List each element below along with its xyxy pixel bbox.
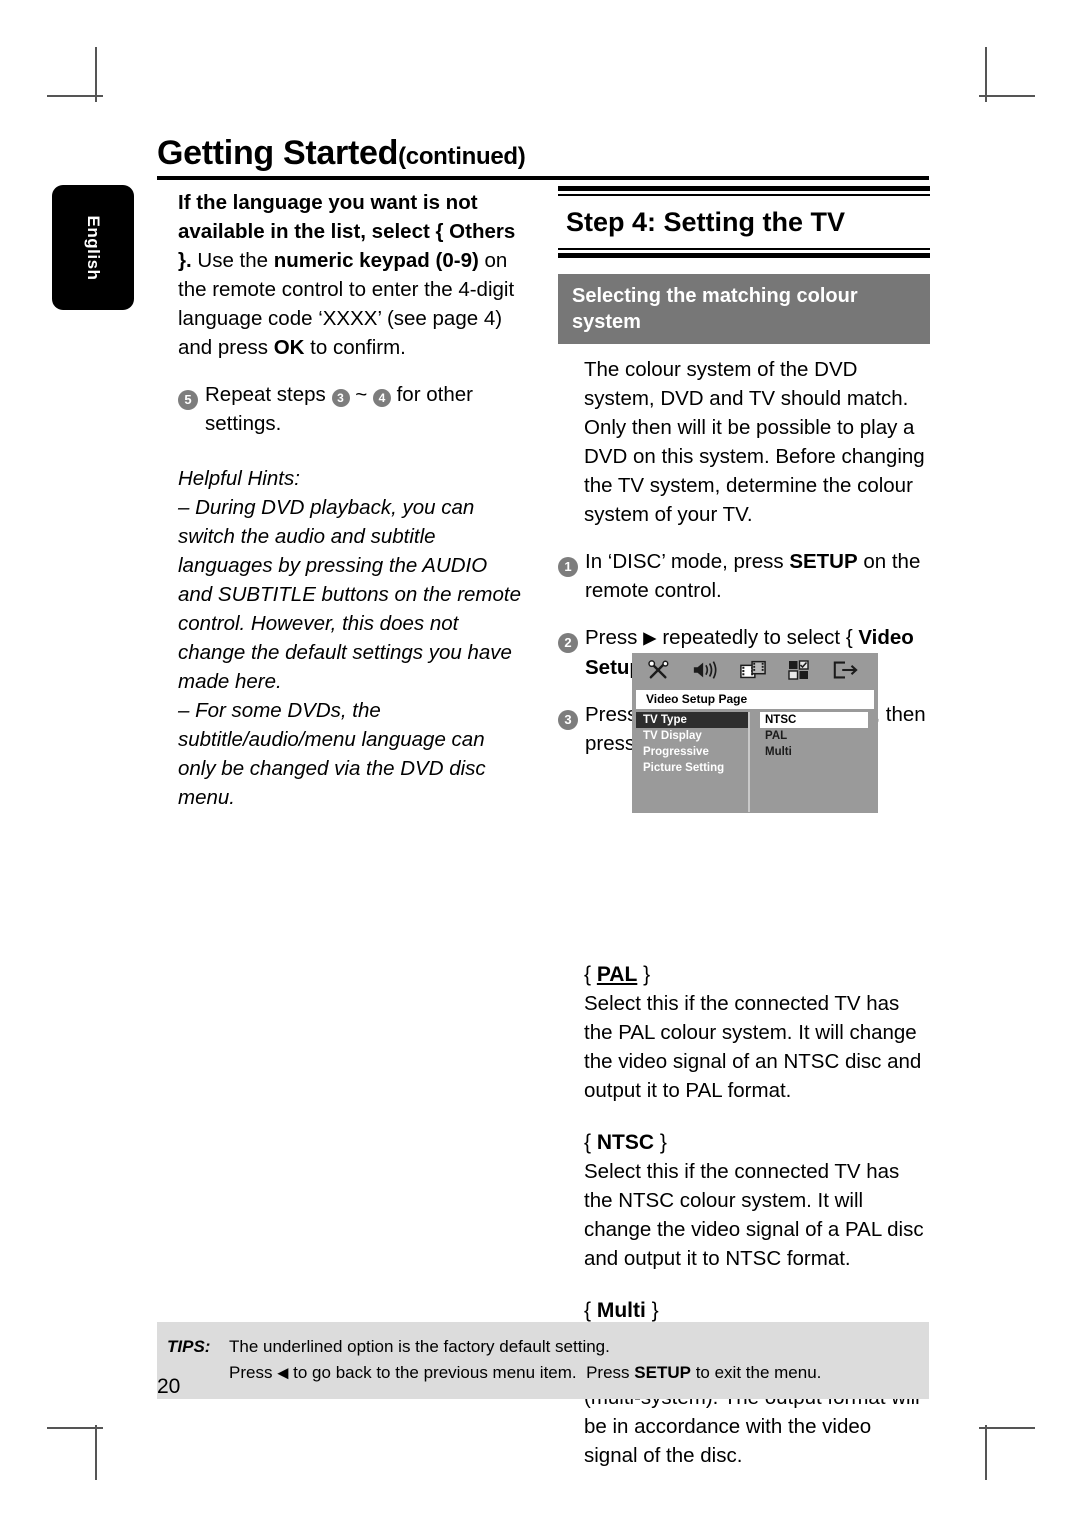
left-column: If the language you want is not availabl… xyxy=(178,188,526,812)
film-strip-icon[interactable] xyxy=(740,660,766,683)
option-label-pal: { PAL } xyxy=(584,962,651,986)
helpful-hints-heading: Helpful Hints: xyxy=(178,467,300,490)
crop-mark-bottom-left-vertical xyxy=(95,1425,97,1480)
checkered-squares-icon[interactable] xyxy=(788,660,810,683)
step-1-text: In ‘DISC’ mode, press SETUP on the remot… xyxy=(585,550,921,602)
option-body-ntsc: Select this if the connected TV has the … xyxy=(584,1159,924,1270)
crop-mark-bottom-right-horizontal xyxy=(979,1427,1035,1429)
exit-arrow-icon[interactable] xyxy=(832,660,858,683)
step4-rule-bottom xyxy=(558,248,930,258)
step4-title: Step 4: Setting the TV xyxy=(566,207,846,237)
step-5-ref-b: 4 xyxy=(372,389,391,407)
crop-mark-top-right-horizontal xyxy=(979,95,1035,97)
step-3-number: 3 xyxy=(558,709,578,730)
crop-mark-top-left-horizontal xyxy=(47,95,103,97)
option-label-multi: { Multi } xyxy=(584,1298,659,1322)
page-title-continued: (continued) xyxy=(398,143,526,170)
left-arrow-icon: ◀ xyxy=(277,1365,289,1382)
option-body-pal: Select this if the connected TV has the … xyxy=(584,991,922,1102)
helpful-hints: Helpful Hints: – During DVD playback, yo… xyxy=(178,464,526,812)
right-column: Step 4: Setting the TV Selecting the mat… xyxy=(558,186,930,1470)
step-5-text-before: Repeat steps xyxy=(205,383,326,406)
step-5-ref-a: 3 xyxy=(331,389,350,407)
dvd-option-ntsc[interactable]: NTSC xyxy=(760,712,868,728)
step-5-text: Repeat steps 3 ~ 4 for other settings. xyxy=(205,380,526,438)
dvd-menu-item-tv-display[interactable]: TV Display xyxy=(636,728,748,744)
right-arrow-icon: ▶ xyxy=(643,627,657,648)
step-5-number: 5 xyxy=(178,390,198,410)
dvd-icon-bar xyxy=(632,653,878,690)
tips-box: TIPS: The underlined option is the facto… xyxy=(157,1322,929,1399)
dvd-menu-item-list: TV Type TV Display Progressive Picture S… xyxy=(636,712,750,812)
step-5-tilde: ~ xyxy=(355,383,368,406)
option-label-pal-text: PAL xyxy=(596,962,638,986)
crop-mark-top-right-vertical xyxy=(985,47,987,102)
crop-mark-bottom-right-vertical xyxy=(985,1425,987,1480)
page-title: Getting Started(continued) xyxy=(157,134,526,173)
step-2-number: 2 xyxy=(558,633,578,653)
step-1-number-badge: 1 xyxy=(558,551,578,580)
helpful-hints-item-0: – During DVD playback, you can switch th… xyxy=(178,496,521,693)
language-tab-label: English xyxy=(84,215,103,280)
tools-icon[interactable] xyxy=(648,660,670,683)
step-1: 1 In ‘DISC’ mode, press SETUP on the rem… xyxy=(558,547,930,605)
step-1-number: 1 xyxy=(558,557,578,577)
dvd-menu-title: Video Setup Page xyxy=(636,690,874,709)
dvd-setup-menu-screenshot: Video Setup Page TV Type TV Display Prog… xyxy=(632,653,878,813)
tips-row: TIPS: The underlined option is the facto… xyxy=(157,1334,929,1387)
tips-line-1: The underlined option is the factory def… xyxy=(229,1337,610,1356)
step-3-number-badge: 3 xyxy=(558,704,578,733)
section-heading: Selecting the matching colour system xyxy=(558,274,930,344)
dvd-menu-item-progressive[interactable]: Progressive xyxy=(636,744,748,760)
speaker-icon[interactable] xyxy=(692,660,718,683)
step-5-number-badge: 5 xyxy=(178,384,198,413)
others-paragraph-bold-line1: If the language you want is not xyxy=(178,191,478,214)
step-5: 5 Repeat steps 3 ~ 4 for other settings. xyxy=(178,380,526,438)
tips-line-2: Press ◀ to go back to the previous menu … xyxy=(229,1363,822,1382)
dvd-menu-body: TV Type TV Display Progressive Picture S… xyxy=(636,712,874,812)
step4-rule-top xyxy=(558,186,930,196)
dvd-menu-item-picture-setting[interactable]: Picture Setting xyxy=(636,760,748,776)
language-tab: English xyxy=(52,185,134,310)
dvd-menu-item-tv-type[interactable]: TV Type xyxy=(636,712,748,728)
crop-mark-bottom-left-horizontal xyxy=(47,1427,103,1429)
step-2-number-badge: 2 xyxy=(558,627,578,656)
dvd-option-multi[interactable]: Multi xyxy=(760,744,874,760)
section-intro: The colour system of the DVD system, DVD… xyxy=(584,358,925,526)
page-title-main: Getting Started xyxy=(157,134,399,172)
dvd-option-pal[interactable]: PAL xyxy=(760,728,874,744)
option-label-ntsc: { NTSC } xyxy=(584,1130,667,1154)
option-label-ntsc-text: NTSC xyxy=(596,1130,655,1154)
crop-mark-top-left-vertical xyxy=(95,47,97,102)
helpful-hints-item-1: – For some DVDs, the subtitle/audio/menu… xyxy=(178,699,486,809)
tips-lines: The underlined option is the factory def… xyxy=(229,1334,929,1387)
option-label-multi-text: Multi xyxy=(596,1298,646,1322)
title-rule xyxy=(157,176,929,180)
page-number: 20 xyxy=(157,1375,181,1398)
dvd-option-list: NTSC PAL Multi xyxy=(750,712,874,812)
others-paragraph: If the language you want is not availabl… xyxy=(178,191,516,359)
